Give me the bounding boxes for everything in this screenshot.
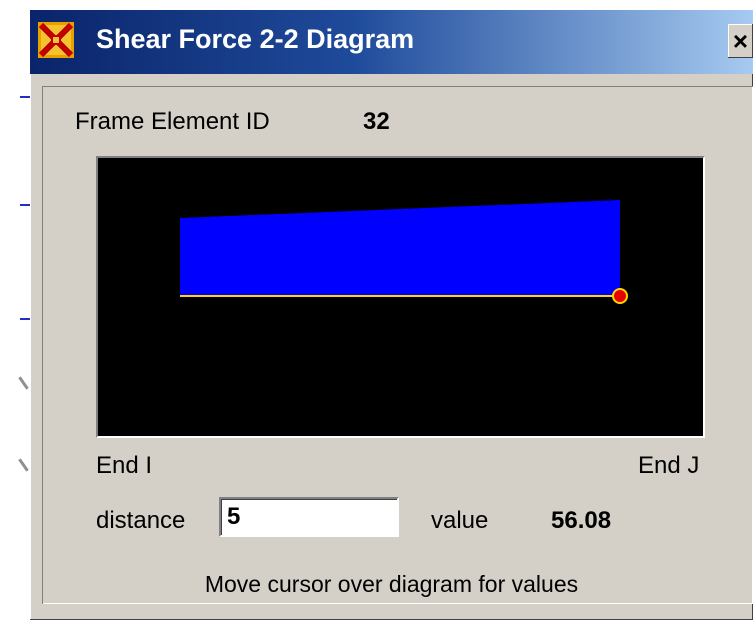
end-j-label: End J xyxy=(638,452,700,479)
cursor-marker xyxy=(612,288,628,304)
shear-diagram-canvas[interactable] xyxy=(96,156,705,438)
frame-element-value: 32 xyxy=(363,108,390,135)
close-button[interactable]: × xyxy=(728,24,753,58)
background-mark xyxy=(18,376,29,390)
distance-label: distance xyxy=(96,507,186,534)
window-title: Shear Force 2-2 Diagram xyxy=(96,24,415,54)
value-label: value xyxy=(431,507,489,534)
app-icon xyxy=(38,22,74,58)
value-readout: 56.08 xyxy=(551,507,612,534)
screen: Shear Force 2-2 Diagram × Frame Element … xyxy=(0,0,753,630)
dialog-window: Shear Force 2-2 Diagram × Frame Element … xyxy=(30,10,753,620)
hint-text: Move cursor over diagram for values xyxy=(204,571,579,597)
end-i-label: End I xyxy=(96,452,153,479)
shear-force-fill xyxy=(180,200,620,296)
title-bar[interactable]: Shear Force 2-2 Diagram × xyxy=(30,10,753,74)
background-mark xyxy=(18,458,29,472)
background-mark xyxy=(20,318,30,320)
background-mark xyxy=(20,204,30,206)
frame-element-label: Frame Element ID xyxy=(75,108,270,135)
background-mark xyxy=(20,96,30,98)
close-icon: × xyxy=(732,25,749,56)
diagram-graphic xyxy=(180,200,628,304)
distance-field[interactable] xyxy=(219,497,399,537)
